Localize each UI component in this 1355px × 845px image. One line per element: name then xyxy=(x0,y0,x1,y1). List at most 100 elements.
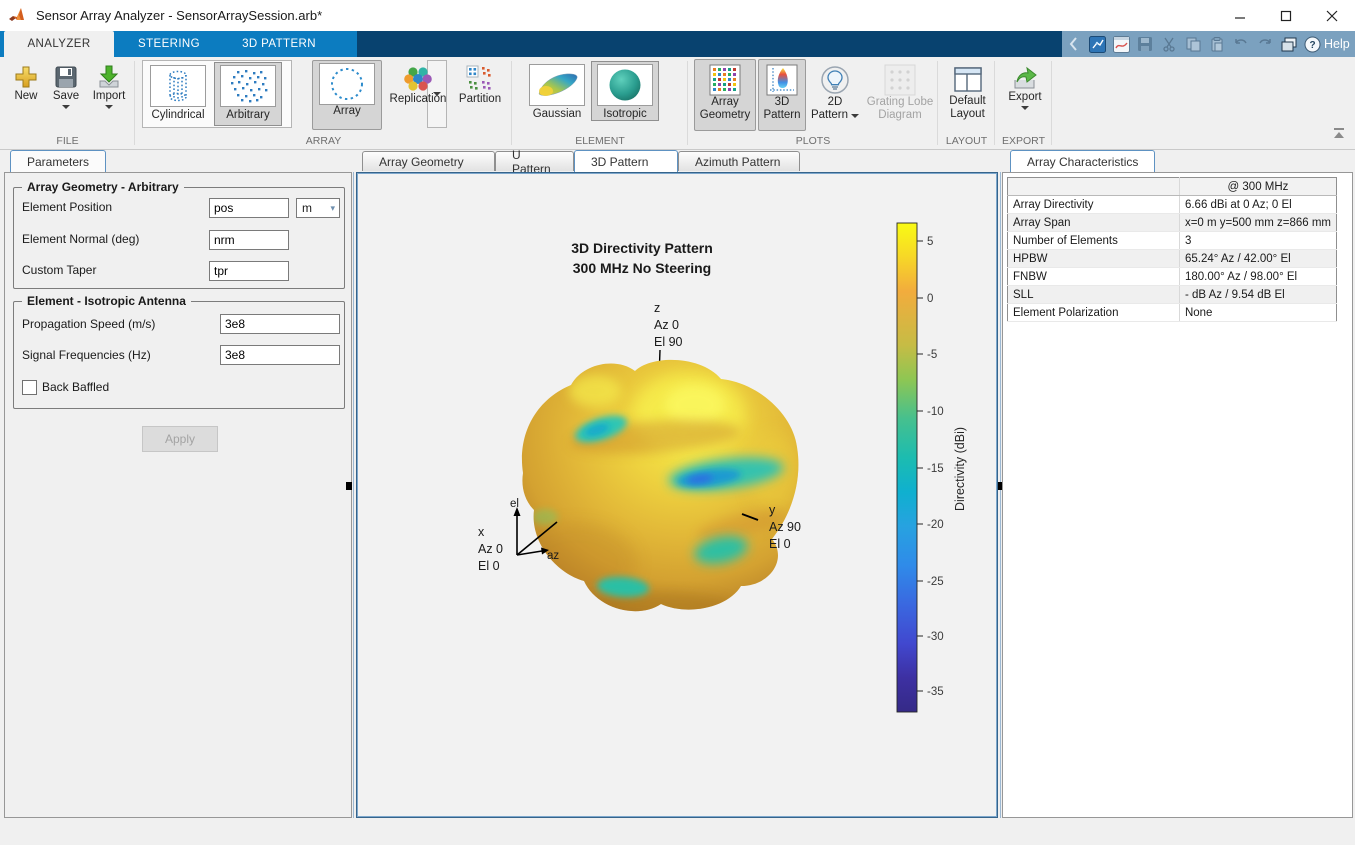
save-icon xyxy=(53,64,79,90)
tab-analyzer[interactable]: ANALYZER xyxy=(4,31,114,57)
element-group-title: Element - Isotropic Antenna xyxy=(22,294,191,308)
maximize-icon xyxy=(1280,10,1292,22)
sensor-array-analyzer-app: { "window": { "title": "Sensor Array Ana… xyxy=(0,0,1355,845)
plot-title: 3D Directivity Pattern xyxy=(571,240,713,256)
colorbar-tick-0: 0 xyxy=(927,293,933,305)
section-array-label: ARRAY xyxy=(135,135,512,147)
matlab-app-icon xyxy=(8,6,28,26)
default-layout-icon xyxy=(953,65,983,95)
save-label: Save xyxy=(53,90,79,103)
3d-pattern-plot-button[interactable]: 3D Pattern xyxy=(758,59,806,131)
isotropic-element-button[interactable]: Isotropic xyxy=(591,61,659,121)
minimize-button[interactable] xyxy=(1217,0,1263,31)
gaussian-label: Gaussian xyxy=(533,108,582,120)
element-position-input[interactable] xyxy=(209,198,289,218)
arbitrary-array-icon xyxy=(220,65,276,107)
signal-frequencies-input[interactable] xyxy=(220,345,340,365)
element-position-unit-dropdown[interactable]: m ▾ xyxy=(296,198,340,218)
colorbar-axis-label: Directivity (dBi) xyxy=(953,427,967,511)
table-row[interactable]: Array Directivity 6.66 dBi at 0 Az; 0 El xyxy=(1008,196,1337,214)
z-axis-el-label: El 90 xyxy=(654,335,683,349)
2d-pattern-plot-icon xyxy=(819,64,851,96)
gaussian-element-button[interactable]: Gaussian xyxy=(523,61,591,121)
tab-u-pattern[interactable]: U Pattern xyxy=(495,151,574,171)
import-button[interactable]: Import xyxy=(86,59,132,133)
section-plots: Array Geometry 3D Pattern 2D Patte xyxy=(688,57,938,149)
ribbon-tabs: ANALYZER STEERING 3D PATTERN xyxy=(0,31,357,57)
close-button[interactable] xyxy=(1309,0,1355,31)
table-row[interactable]: FNBW 180.00° Az / 98.00° El xyxy=(1008,268,1337,286)
help-button[interactable]: ? Help xyxy=(1304,36,1350,53)
replication-button[interactable]: Replication xyxy=(385,59,451,133)
tab-3d-pattern-plot[interactable]: 3D Pattern xyxy=(574,150,678,172)
export-button[interactable]: Export xyxy=(999,59,1051,133)
isotropic-label: Isotropic xyxy=(603,108,646,120)
row-label: Array Directivity xyxy=(1008,196,1180,214)
maximize-button[interactable] xyxy=(1263,0,1309,31)
element-position-label: Element Position xyxy=(22,200,112,214)
triad-az-label: az xyxy=(547,550,559,562)
row-label: HPBW xyxy=(1008,250,1180,268)
array-geometry-plot-button[interactable]: Array Geometry xyxy=(694,59,756,131)
partition-icon xyxy=(466,65,494,93)
cylindrical-array-icon xyxy=(150,65,206,107)
row-label: Array Span xyxy=(1008,214,1180,232)
row-value: 180.00° Az / 98.00° El xyxy=(1179,268,1336,286)
new-figure-icon[interactable] xyxy=(1088,35,1106,53)
collapse-ribbon-button[interactable] xyxy=(1331,127,1349,143)
tab-steering[interactable]: STEERING xyxy=(114,31,224,57)
plot-figure-icon[interactable] xyxy=(1112,35,1130,53)
parameters-panel: Array Geometry - Arbitrary Element Posit… xyxy=(4,172,352,818)
element-normal-input[interactable] xyxy=(209,230,289,250)
right-splitter[interactable] xyxy=(1000,172,1001,818)
save-dropdown-caret-icon xyxy=(62,105,70,109)
custom-taper-input[interactable] xyxy=(209,261,289,281)
grating-lobe-line2: Diagram xyxy=(878,109,921,122)
toolbar-overflow-chevron-icon[interactable] xyxy=(1064,35,1082,53)
cylindrical-array-button[interactable]: Cylindrical xyxy=(144,62,212,126)
table-row[interactable]: HPBW 65.24° Az / 42.00° El xyxy=(1008,250,1337,268)
tab-3d-pattern[interactable]: 3D PATTERN xyxy=(224,31,334,57)
row-value: 65.24° Az / 42.00° El xyxy=(1179,250,1336,268)
save-icon xyxy=(1136,35,1154,53)
colorbar-tick--35: -35 xyxy=(927,686,944,698)
window-layout-icon[interactable] xyxy=(1280,35,1298,53)
table-row[interactable]: Element Polarization None xyxy=(1008,304,1337,322)
cut-icon xyxy=(1160,35,1178,53)
arbitrary-array-button[interactable]: Arbitrary xyxy=(214,62,282,126)
pattern-3d-figure[interactable]: 3D Directivity Pattern 300 MHz No Steeri… xyxy=(357,173,997,817)
tab-array-characteristics[interactable]: Array Characteristics xyxy=(1010,150,1155,172)
partition-button[interactable]: Partition xyxy=(453,59,507,133)
title-bar: Sensor Array Analyzer - SensorArraySessi… xyxy=(0,0,1355,31)
tab-parameters[interactable]: Parameters xyxy=(10,150,106,172)
back-baffled-checkbox[interactable] xyxy=(22,380,37,395)
default-layout-line2: Layout xyxy=(950,108,985,121)
custom-taper-label: Custom Taper xyxy=(22,263,96,277)
tab-azimuth-pattern[interactable]: Azimuth Pattern xyxy=(678,151,800,171)
grating-lobe-diagram-button: Grating Lobe Diagram xyxy=(864,59,936,131)
z-axis-label: z xyxy=(654,301,660,315)
default-layout-button[interactable]: Default Layout xyxy=(940,59,995,131)
y-axis-az-label: Az 90 xyxy=(769,520,801,534)
array-button[interactable]: Array xyxy=(312,60,382,130)
back-baffled-label: Back Baffled xyxy=(42,380,109,394)
y-axis-label: y xyxy=(769,503,776,517)
table-row[interactable]: Number of Elements 3 xyxy=(1008,232,1337,250)
workspace: Parameters Array Geometry - Arbitrary El… xyxy=(0,150,1355,845)
table-row[interactable]: SLL - dB Az / 9.54 dB El xyxy=(1008,286,1337,304)
table-row[interactable]: Array Span x=0 m y=500 mm z=866 mm xyxy=(1008,214,1337,232)
save-button[interactable]: Save xyxy=(46,59,86,133)
left-splitter[interactable] xyxy=(353,172,354,818)
left-splitter-handle[interactable] xyxy=(346,482,352,490)
apply-button[interactable]: Apply xyxy=(142,426,218,452)
tab-array-geometry-plot[interactable]: Array Geometry xyxy=(362,151,495,171)
cylindrical-label: Cylindrical xyxy=(151,109,204,121)
propagation-speed-input[interactable] xyxy=(220,314,340,334)
new-button[interactable]: New xyxy=(6,59,46,133)
grating-lobe-line1: Grating Lobe xyxy=(867,96,934,109)
section-plots-label: PLOTS xyxy=(688,135,938,147)
colorbar-tick--30: -30 xyxy=(927,631,944,643)
colorbar-tick--15: -15 xyxy=(927,463,944,475)
row-label: FNBW xyxy=(1008,268,1180,286)
2d-pattern-plot-button[interactable]: 2D Pattern xyxy=(808,59,862,131)
